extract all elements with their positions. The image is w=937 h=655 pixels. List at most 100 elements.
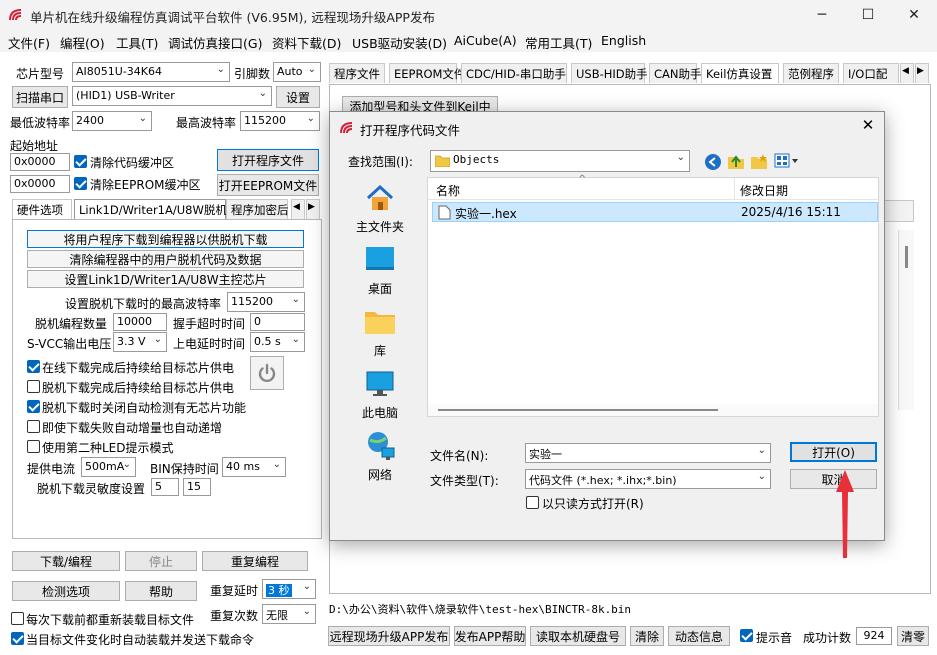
handshake-input[interactable]: 0	[250, 313, 305, 331]
right-tab-scroll-right[interactable]: ▶	[915, 63, 929, 83]
offline-max-baud-select[interactable]: 115200 ⌄	[227, 292, 305, 312]
chip-select[interactable]: AI8051U-34K64 ⌄	[72, 62, 230, 82]
sensitivity-input-1[interactable]: 5	[151, 478, 179, 496]
scrollbar[interactable]	[898, 230, 914, 410]
menu-common-tools[interactable]: 常用工具(T)	[525, 33, 592, 52]
maximize-button[interactable]: ☐	[845, 0, 891, 30]
right-tab-scroll-left[interactable]: ◀	[900, 63, 914, 83]
menu-english[interactable]: English	[601, 33, 646, 48]
tab-cdc-hid[interactable]: CDC/HID-串口助手	[461, 63, 567, 83]
beep-label: 提示音	[756, 631, 793, 645]
detect-options-button[interactable]: 检测选项	[12, 581, 120, 601]
up-folder-icon[interactable]	[727, 152, 745, 170]
scan-port-button[interactable]: 扫描串口	[12, 86, 68, 108]
tab-program-file[interactable]: 程序文件	[329, 63, 385, 83]
tab-io-config[interactable]: I/O口配	[843, 63, 899, 83]
clear-code-checkbox[interactable]	[74, 155, 87, 168]
current-select[interactable]: 500mA ⌄	[81, 457, 136, 477]
filename-input[interactable]: 实验一 ⌄	[525, 443, 771, 463]
tab-offline[interactable]: Link1D/Writer1A/U8W脱机	[74, 199, 227, 219]
download-to-writer-button[interactable]: 将用户程序下载到编程器以供脱机下载	[27, 230, 304, 248]
reload-label: 每次下载前都重新装载目标文件	[26, 613, 195, 627]
readonly-checkbox[interactable]	[526, 496, 539, 509]
menu-download[interactable]: 资料下载(D)	[272, 33, 341, 52]
dialog-close-button[interactable]: ✕	[858, 116, 878, 136]
sensitivity-input-2[interactable]: 15	[183, 478, 211, 496]
tab-eeprom-file[interactable]: EEPROM文件	[389, 63, 465, 83]
tab-examples[interactable]: 范例程序	[783, 63, 839, 83]
menu-tools[interactable]: 工具(T)	[116, 33, 158, 52]
dynamic-info-button[interactable]: 动态信息	[668, 626, 730, 646]
place-home[interactable]: 主文件夹	[330, 182, 430, 235]
back-icon[interactable]	[704, 153, 722, 171]
menu-usb-driver[interactable]: USB驱动安装(D)	[352, 33, 447, 52]
pins-select[interactable]: Auto ⌄	[273, 62, 321, 82]
opt1-checkbox[interactable]	[27, 360, 40, 373]
settings-button[interactable]: 设置	[276, 86, 320, 108]
reprogram-button[interactable]: 重复编程	[202, 551, 308, 571]
publish-app-button[interactable]: 远程现场升级APP发布	[328, 626, 450, 646]
look-in-select[interactable]: Objects ⌄	[430, 150, 690, 172]
tab-scroll-right[interactable]: ▶	[306, 199, 320, 219]
read-disk-button[interactable]: 读取本机硬盘号	[530, 626, 626, 646]
power-delay-select[interactable]: 0.5 s ⌄	[250, 332, 305, 352]
menu-aicube[interactable]: AiCube(A)	[454, 33, 517, 48]
max-baud-select[interactable]: 115200 ⌄	[240, 111, 320, 131]
tab-keil[interactable]: Keil仿真设置	[701, 63, 779, 83]
reload-checkbox[interactable]	[11, 612, 24, 625]
stop-button[interactable]: 停止	[125, 551, 197, 571]
repeat-delay-select[interactable]: 3 秒 ⌄	[262, 579, 316, 599]
menu-file[interactable]: 文件(F)	[8, 33, 50, 52]
opt5-checkbox[interactable]	[27, 440, 40, 453]
help-button[interactable]: 帮助	[125, 581, 197, 601]
new-folder-icon[interactable]	[750, 152, 768, 170]
reset-count-button[interactable]: 清零	[897, 626, 929, 646]
min-baud-select[interactable]: 2400 ⌄	[72, 111, 152, 131]
col-date-header[interactable]: 修改日期	[740, 182, 788, 199]
code-addr-input[interactable]: 0x0000	[10, 153, 70, 171]
clear-eeprom-checkbox[interactable]	[74, 177, 87, 190]
beep-checkbox[interactable]	[740, 629, 753, 642]
filetype-select[interactable]: 代码文件 (*.hex; *.ihx;*.bin) ⌄	[525, 469, 771, 489]
clear-button[interactable]: 清除	[630, 626, 664, 646]
col-name-header[interactable]: 名称	[436, 182, 460, 199]
menu-program[interactable]: 编程(O)	[60, 33, 105, 52]
set-master-chip-button[interactable]: 设置Link1D/Writer1A/U8W主控芯片	[27, 270, 304, 288]
chevron-down-icon: ⌄	[307, 64, 316, 75]
repeat-count-select[interactable]: 无限 ⌄	[262, 604, 316, 624]
open-eeprom-button[interactable]: 打开EEPROM文件	[217, 174, 319, 196]
offline-count-input[interactable]: 10000	[113, 313, 167, 331]
horizontal-scrollbar[interactable]	[428, 404, 878, 416]
home-icon	[366, 184, 394, 210]
open-button[interactable]: 打开(O)	[790, 442, 877, 462]
minimize-button[interactable]: ─	[799, 0, 845, 30]
tab-hardware[interactable]: 硬件选项	[12, 199, 72, 219]
opt4-checkbox[interactable]	[27, 420, 40, 433]
tab-can[interactable]: CAN助手	[649, 63, 702, 83]
menu-debug[interactable]: 调试仿真接口(G)	[168, 33, 262, 52]
bin-hold-select[interactable]: 40 ms ⌄	[222, 457, 286, 477]
tab-encrypt[interactable]: 程序加密后	[226, 199, 289, 219]
place-network[interactable]: 网络	[330, 430, 430, 483]
chevron-down-icon: ⌄	[258, 88, 267, 99]
eeprom-addr-input[interactable]: 0x0000	[10, 175, 70, 193]
side-button[interactable]	[884, 200, 914, 222]
view-menu-icon[interactable]	[774, 153, 800, 169]
open-program-button[interactable]: 打开程序文件	[217, 149, 319, 171]
publish-help-button[interactable]: 发布APP帮助	[454, 626, 526, 646]
tab-usb-hid[interactable]: USB-HID助手	[571, 63, 648, 83]
opt3-checkbox[interactable]	[27, 400, 40, 413]
tab-scroll-left[interactable]: ◀	[291, 199, 305, 219]
auto-load-checkbox[interactable]	[11, 632, 24, 645]
place-library[interactable]: 库	[330, 306, 430, 359]
power-button[interactable]	[250, 356, 284, 390]
place-desktop[interactable]: 桌面	[330, 244, 430, 297]
opt2-checkbox[interactable]	[27, 380, 40, 393]
file-row[interactable]: 实验一.hex 2025/4/16 15:11	[432, 202, 878, 222]
svcc-select[interactable]: 3.3 V ⌄	[113, 332, 167, 352]
clear-writer-button[interactable]: 清除编程器中的用户脱机代码及数据	[27, 250, 304, 268]
port-select[interactable]: (HID1) USB-Writer ⌄	[72, 86, 272, 106]
place-this-pc[interactable]: 此电脑	[330, 368, 430, 421]
download-button[interactable]: 下载/编程	[12, 551, 120, 571]
close-window-button[interactable]: ✕	[891, 0, 937, 30]
